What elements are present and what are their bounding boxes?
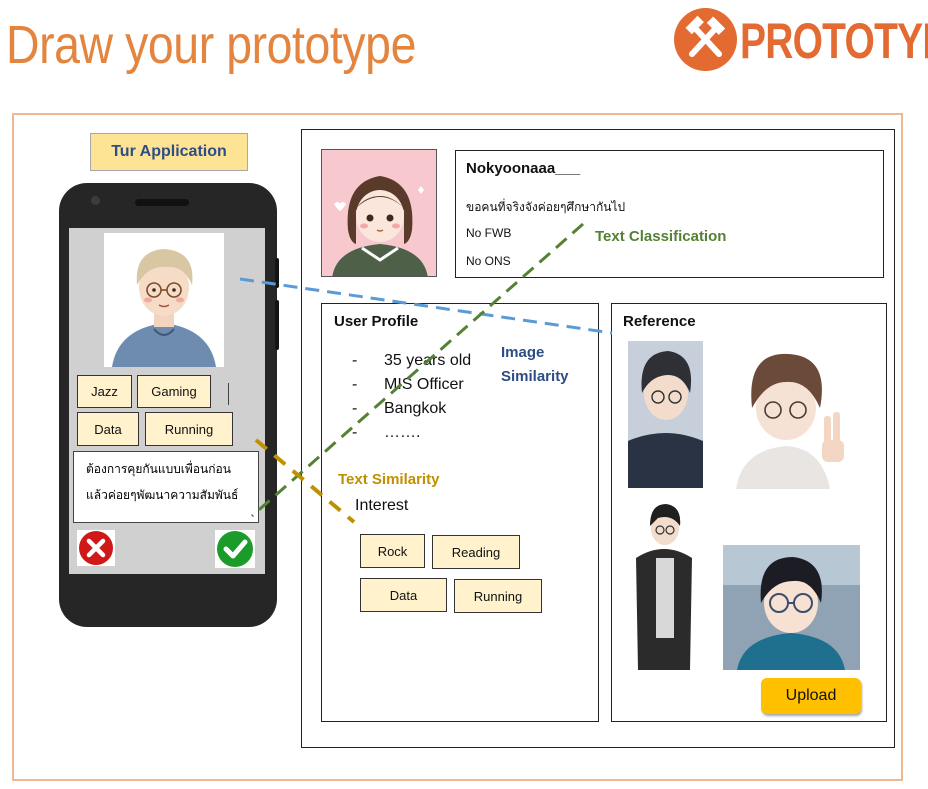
interest-tag[interactable]: Running [454, 579, 542, 613]
image-similarity-label: Image Similarity [501, 344, 569, 385]
reference-image [723, 545, 860, 670]
reference-image [726, 346, 856, 489]
profile-bio: ขอคนที่จริงจังค่อยๆศึกษากันไป [466, 200, 626, 214]
bio-note: ต้องการคุยกันแบบเพื่อนก่อน แล้วค่อยๆพัฒน… [73, 451, 259, 523]
prototype-logo-text: PROTOTYPE [740, 13, 928, 69]
upload-button[interactable]: Upload [761, 678, 861, 714]
phone-camera [91, 196, 100, 205]
interest-label: Interest [355, 497, 409, 514]
profile-line: No FWB [466, 226, 512, 240]
phone-side-button [275, 300, 279, 350]
text-cursor [228, 383, 229, 405]
interest-tag[interactable]: Running [145, 412, 233, 446]
list-item: -35 years old [352, 352, 472, 369]
list-item: - MIS Officer [352, 376, 464, 393]
profile-line: No ONS [466, 254, 511, 268]
list-item: - Bangkok [352, 400, 447, 417]
phone-side-button [275, 258, 279, 288]
boy-with-glasses-avatar [104, 233, 224, 367]
red-x-icon[interactable] [77, 530, 115, 566]
crossed-hammers-icon [674, 8, 737, 71]
user-profile-header: User Profile [334, 313, 419, 330]
text-classification-label: Text Classification [595, 228, 727, 245]
reference-image [628, 498, 700, 670]
interest-tag[interactable]: Data [77, 412, 139, 446]
app-title-label: Tur Application [90, 133, 248, 171]
phone-speaker [135, 199, 189, 206]
profile-username: Nokyoonaaa___ [466, 160, 581, 177]
reference-header: Reference [623, 313, 696, 330]
green-check-icon[interactable] [215, 530, 255, 568]
profile-detail-list: -35 years old - MIS Officer - Bangkok -……. [352, 349, 471, 445]
bio-line: แล้วค่อยๆพัฒนาความสัมพันธ์ [86, 488, 239, 502]
girl-avatar [321, 149, 437, 277]
interest-tag[interactable]: Jazz [77, 375, 132, 408]
text-similarity-label: Text Similarity [338, 471, 440, 488]
interest-tag[interactable]: Data [360, 578, 447, 612]
interest-tag[interactable]: Reading [432, 535, 520, 569]
bio-line: ต้องการคุยกันแบบเพื่อนก่อน [86, 462, 231, 476]
list-item: -……. [352, 424, 421, 441]
page-title: Draw your prototype [6, 15, 416, 75]
reference-image [628, 341, 703, 488]
interest-tag[interactable]: Rock [360, 534, 425, 568]
interest-tag[interactable]: Gaming [137, 375, 211, 408]
